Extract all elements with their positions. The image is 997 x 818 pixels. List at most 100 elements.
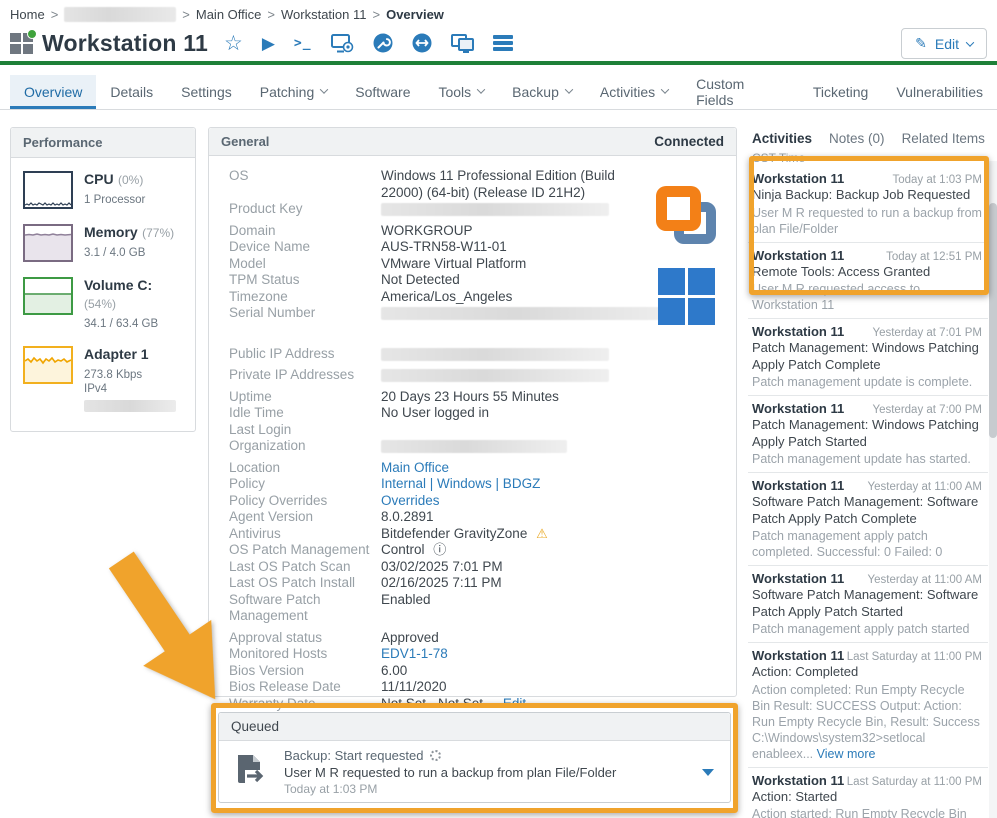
- ninja-remote-icon[interactable]: [373, 33, 393, 53]
- field-value: VMware Virtual Platform ⚠ ⓘ: [381, 256, 526, 273]
- main-tab[interactable]: Ticketing: [799, 75, 883, 109]
- main-tab[interactable]: Details: [96, 75, 167, 109]
- activities-tab[interactable]: Activities: [752, 131, 812, 146]
- field-value: No User logged in ⚠ ⓘ: [381, 405, 489, 422]
- activity-item[interactable]: Workstation 11 Today at 1:03 PM Ninja Ba…: [748, 166, 988, 243]
- activity-item[interactable]: Workstation 11 Today at 12:51 PM Remote …: [748, 243, 988, 320]
- field-value-link[interactable]: Internal | Windows | BDGZ: [381, 476, 540, 491]
- field-value-text: Approved: [381, 630, 439, 645]
- breadcrumb-device[interactable]: Workstation 11: [281, 7, 367, 22]
- main-tab[interactable]: Settings: [167, 75, 246, 109]
- field-value-link[interactable]: EDV1-1-78: [381, 646, 448, 661]
- general-row: Monitored Hosts EDV1-1-78 ⚠ ⓘ: [229, 646, 736, 663]
- activities-scrollbar-track[interactable]: [989, 161, 997, 818]
- general-row: Last OS Patch Install 02/16/2025 7:11 PM…: [229, 575, 736, 592]
- main-tab[interactable]: Backup: [498, 75, 586, 109]
- main-tab[interactable]: Overview: [10, 75, 96, 109]
- chevron-down-icon: [320, 85, 328, 93]
- field-value-text: 20 Days 23 Hours 55 Minutes: [381, 389, 559, 404]
- field-label: Policy Overrides: [229, 493, 381, 510]
- field-label: Bios Release Date: [229, 679, 381, 696]
- field-label: Location: [229, 460, 381, 477]
- field-label: Last OS Patch Scan: [229, 559, 381, 576]
- cpu-metric[interactable]: CPU (0%) 1 Processor: [23, 171, 183, 209]
- field-label: Private IP Addresses: [229, 367, 381, 384]
- activity-item[interactable]: Workstation 11 Yesterday at 11:00 AM Sof…: [748, 566, 988, 643]
- teamviewer-icon[interactable]: [412, 33, 432, 53]
- run-script-icon[interactable]: ▶: [262, 35, 275, 52]
- field-value-text: Windows 11 Professional Edition (Build 2…: [381, 168, 615, 200]
- main-tab[interactable]: Software: [341, 75, 424, 109]
- breadcrumb-current: Overview: [386, 7, 444, 22]
- multi-monitor-icon[interactable]: [451, 34, 474, 53]
- field-label: Monitored Hosts: [229, 646, 381, 663]
- activity-device: Workstation 11: [752, 248, 844, 263]
- field-value: 11/11/2020 ⚠ ⓘ: [381, 679, 447, 696]
- activity-item[interactable]: Workstation 11 Yesterday at 7:00 PM Patc…: [748, 396, 988, 473]
- main-tab[interactable]: Tools: [424, 75, 498, 109]
- volume-metric[interactable]: Volume C: (54%) 34.1 / 63.4 GB: [23, 277, 183, 331]
- activities-scrollbar-thumb[interactable]: [989, 203, 997, 438]
- queued-job-row[interactable]: Backup: Start requested User M R request…: [219, 741, 730, 803]
- info-icon[interactable]: ⓘ: [433, 542, 446, 557]
- activity-description: Action completed: Run Empty Recycle Bin …: [752, 682, 982, 762]
- favorite-star-icon[interactable]: ☆: [224, 33, 243, 54]
- field-value: Enabled ⚠ ⓘ: [381, 592, 431, 609]
- field-label: Public IP Address: [229, 346, 381, 363]
- remote-desktop-icon[interactable]: [331, 34, 354, 53]
- view-more-link[interactable]: View more: [817, 747, 876, 761]
- cpu-sparkline: [23, 171, 73, 209]
- activity-subject: Action: Completed: [752, 664, 982, 681]
- activity-time: Today at 1:03 PM: [893, 174, 983, 186]
- network-adapter-metric[interactable]: Adapter 1 273.8 Kbps IPv4: [23, 346, 183, 412]
- activity-time: Last Saturday at 11:00 PM: [847, 776, 982, 788]
- activity-device: Workstation 11: [752, 478, 844, 493]
- online-status-dot: [27, 29, 37, 39]
- page-title: Workstation 11: [42, 30, 208, 57]
- metric-name: Adapter 1: [84, 346, 149, 362]
- device-details-icon[interactable]: [493, 35, 513, 51]
- tab-label: Software: [355, 84, 410, 100]
- main-tab[interactable]: Vulnerabilities: [882, 75, 997, 109]
- general-row: Idle Time No User logged in ⚠ ⓘ: [229, 405, 736, 422]
- main-tab[interactable]: Patching: [246, 75, 341, 109]
- edit-button[interactable]: ✎ Edit: [901, 28, 987, 59]
- device-header: Workstation 11 ☆ ▶ >_: [10, 24, 513, 62]
- metric-detail: 1 Processor: [84, 193, 145, 207]
- activity-item[interactable]: Workstation 11 Last Saturday at 11:00 PM…: [748, 768, 988, 818]
- performance-panel: Performance CPU (0%) 1 Processor Memory …: [10, 127, 196, 432]
- field-value-link[interactable]: Main Office: [381, 460, 449, 475]
- field-value: Windows 11 Professional Edition (Build 2…: [381, 168, 633, 201]
- activity-time: Last Saturday at 11:00 PM: [847, 651, 982, 663]
- activity-subject: Action: Started: [752, 789, 982, 806]
- edit-warranty-link[interactable]: Edit: [503, 696, 526, 711]
- field-value: 02/16/2025 7:11 PM ⚠ ⓘ: [381, 575, 502, 592]
- field-value-link[interactable]: Overrides: [381, 493, 440, 508]
- metric-name: CPU: [84, 171, 114, 187]
- activities-tab[interactable]: Notes (0): [829, 131, 885, 146]
- activity-device: Workstation 11: [752, 571, 844, 586]
- main-tab[interactable]: Activities: [586, 75, 682, 109]
- field-value: Bitdefender GravityZone ⚠ ⓘ: [381, 526, 548, 543]
- general-row: Last Login ⚠ ⓘ: [229, 422, 736, 439]
- breadcrumb-location[interactable]: Main Office: [196, 7, 262, 22]
- field-label: Timezone: [229, 289, 381, 306]
- activity-item[interactable]: Workstation 11 Yesterday at 7:01 PM Patc…: [748, 319, 988, 396]
- activity-item[interactable]: Workstation 11 Yesterday at 11:00 AM Sof…: [748, 473, 988, 566]
- activities-tab-label: Related Items: [902, 131, 985, 146]
- activity-list: Workstation 11 Today at 1:03 PM Ninja Ba…: [748, 166, 988, 818]
- main-tab[interactable]: Custom Fields: [682, 75, 799, 109]
- general-row: Warranty Date Not Set - Not Set ⚠ ⓘ Edit: [229, 696, 736, 713]
- field-value-text: AUS-TRN58-W11-01: [381, 239, 507, 254]
- breadcrumb-redacted-org[interactable]: [64, 7, 176, 22]
- activity-item[interactable]: Workstation 11 Last Saturday at 11:00 PM…: [748, 643, 988, 768]
- field-value-text: Bitdefender GravityZone: [381, 526, 527, 541]
- breadcrumb-home[interactable]: Home: [10, 7, 45, 22]
- metric-detail: 273.8 Kbps: [84, 368, 176, 382]
- expand-chevron-icon[interactable]: [702, 769, 714, 776]
- field-label: Organization: [229, 438, 381, 455]
- general-row: Policy Overrides Overrides ⚠ ⓘ: [229, 493, 736, 510]
- memory-metric[interactable]: Memory (77%) 3.1 / 4.0 GB: [23, 224, 183, 262]
- terminal-icon[interactable]: >_: [294, 36, 312, 51]
- activities-tab[interactable]: Related Items: [902, 131, 985, 146]
